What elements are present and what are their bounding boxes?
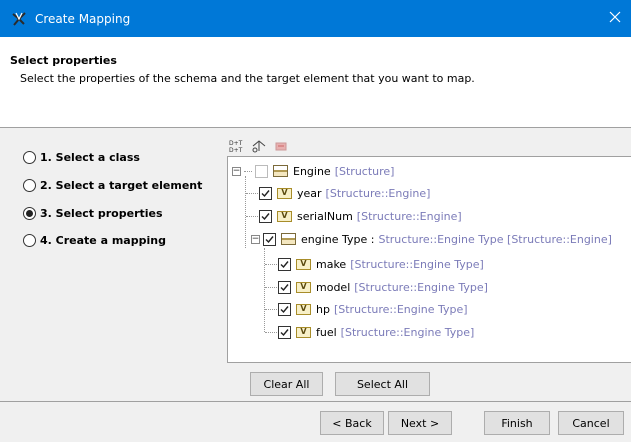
collapse-icon[interactable]: − [232,166,241,176]
close-icon[interactable] [607,9,623,25]
step-select-properties[interactable]: 3. Select properties [23,207,163,220]
step-radio-selected[interactable] [23,207,36,220]
window-title: Create Mapping [35,11,131,26]
page-title: Select properties [10,54,117,67]
node-type: [Structure::Engine Type] [333,302,468,316]
node-name: model [316,280,351,294]
properties-tree[interactable]: − Engine [Structure] V year [Structure::… [227,156,631,363]
value-property-icon: V [296,303,311,315]
node-type: [Structure::Engine] [356,209,462,223]
value-property-icon: V [296,281,311,293]
node-type: [Structure::Engine Type] [340,325,475,339]
move-down-icon [272,137,290,155]
node-name: year [297,186,322,200]
node-name: fuel [316,325,337,339]
node-name: make [316,257,347,271]
node-type: [Structure::Engine] [325,186,431,200]
wizard-header: Select properties Select the properties … [0,37,631,128]
sort-icon[interactable]: D+T D+T [228,137,246,155]
tree-node-fuel[interactable]: V fuel [Structure::Engine Type] [278,322,474,342]
step-label: 1. Select a class [40,151,140,164]
node-type: [Structure::Engine Type] [350,257,484,271]
node-checkbox[interactable] [259,209,272,223]
next-button[interactable]: Next > [388,411,452,435]
tree-node-engine-type[interactable]: − engine Type : Structure::Engine Type [… [251,229,612,249]
step-select-target[interactable]: 2. Select a target element [23,179,202,192]
footer-divider [0,401,631,402]
tree-node-year[interactable]: V year [Structure::Engine] [259,183,430,203]
node-name: engine Type : [301,232,375,246]
structure-icon [273,165,288,177]
value-property-icon: V [277,187,292,199]
step-label: 4. Create a mapping [40,234,166,247]
node-type: Structure::Engine Type [Structure::Engin… [378,232,612,246]
svg-text:D+T: D+T [229,147,243,153]
value-property-icon: V [296,258,311,270]
step-label: 2. Select a target element [40,179,203,192]
tree-node-engine[interactable]: − Engine [Structure] [232,161,394,181]
title-bar: Create Mapping [0,0,631,37]
node-type: [Structure] [334,164,395,178]
collapse-icon[interactable]: − [251,234,260,244]
app-icon [12,11,26,26]
node-checkbox[interactable] [259,186,272,200]
clear-all-button[interactable]: Clear All [250,372,323,396]
tree-toolbar: D+T D+T [228,137,290,155]
node-checkbox[interactable] [278,325,291,339]
value-property-icon: V [296,326,311,338]
tree-node-hp[interactable]: V hp [Structure::Engine Type] [278,299,468,319]
step-radio[interactable] [23,151,36,164]
node-checkbox[interactable] [278,280,291,294]
tree-node-serialnum[interactable]: V serialNum [Structure::Engine] [259,206,462,226]
value-property-icon: V [277,210,292,222]
wizard-steps: 1. Select a class 2. Select a target ele… [0,128,217,401]
page-description: Select the properties of the schema and … [20,72,475,85]
structure-icon [281,233,296,245]
tree-node-model[interactable]: V model [Structure::Engine Type] [278,277,488,297]
svg-text:D+T: D+T [229,140,243,147]
node-checkbox[interactable] [278,257,291,271]
step-label: 3. Select properties [40,207,163,220]
cancel-button[interactable]: Cancel [558,411,624,435]
node-name: serialNum [297,209,353,223]
step-select-class[interactable]: 1. Select a class [23,151,140,164]
step-radio[interactable] [23,179,36,192]
node-checkbox[interactable] [278,302,291,316]
node-name: hp [316,302,330,316]
finish-button[interactable]: Finish [484,411,550,435]
tree-node-make[interactable]: V make [Structure::Engine Type] [278,254,484,274]
back-button[interactable]: < Back [320,411,384,435]
node-checkbox [255,164,268,178]
node-checkbox[interactable] [263,232,276,246]
step-create-mapping[interactable]: 4. Create a mapping [23,234,166,247]
node-type: [Structure::Engine Type] [354,280,488,294]
move-up-icon[interactable] [250,137,268,155]
node-name: Engine [293,164,331,178]
select-all-button[interactable]: Select All [335,372,430,396]
step-radio[interactable] [23,234,36,247]
